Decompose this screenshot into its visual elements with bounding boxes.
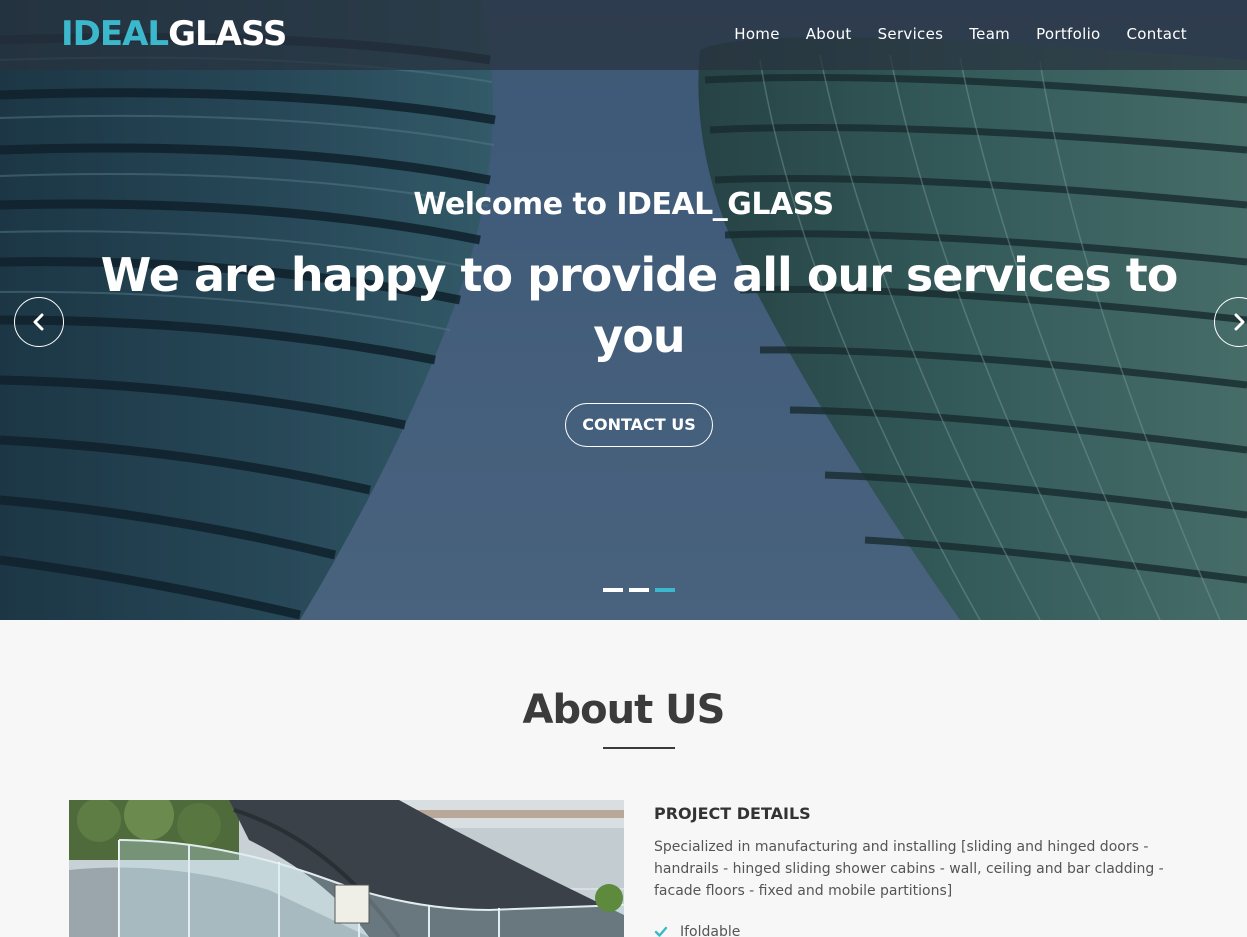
site-logo[interactable]: IDEALGLASS	[61, 14, 287, 54]
project-image	[69, 800, 624, 937]
chevron-left-icon	[33, 313, 44, 331]
navbar: IDEALGLASS Home About Services Team Port…	[0, 0, 1247, 70]
feature-item: Ifoldable	[654, 922, 740, 937]
logo-ideal: IDEAL	[61, 14, 169, 54]
slide-indicator-active[interactable]	[655, 588, 675, 592]
hero-title: We are happy to provide all our services…	[100, 248, 1179, 363]
logo-glass: GLASS	[168, 14, 287, 54]
slide-indicator[interactable]	[603, 588, 623, 592]
nav-portfolio[interactable]: Portfolio	[1036, 24, 1100, 44]
hero-subtitle: Welcome to IDEAL_GLASS	[413, 187, 834, 222]
nav-home[interactable]: Home	[734, 24, 780, 44]
slide-indicator[interactable]	[629, 588, 649, 592]
contact-us-button[interactable]: CONTACT US	[565, 403, 713, 447]
main-nav: Home About Services Team Portfolio Conta…	[708, 24, 1187, 44]
project-details-heading: PROJECT DETAILS	[654, 804, 811, 823]
feature-label: Ifoldable	[680, 924, 741, 937]
glass-railing-photo	[69, 800, 624, 937]
title-underline	[603, 747, 675, 749]
hero-slider: IDEALGLASS Home About Services Team Port…	[0, 0, 1247, 620]
slider-prev-button[interactable]	[14, 297, 64, 347]
nav-team[interactable]: Team	[969, 24, 1010, 44]
slider-indicators	[603, 588, 675, 592]
check-icon	[654, 926, 668, 937]
nav-about[interactable]: About	[806, 24, 852, 44]
project-details-text: Specialized in manufacturing and install…	[654, 839, 1164, 899]
chevron-right-icon	[1234, 313, 1245, 331]
nav-services[interactable]: Services	[878, 24, 944, 44]
nav-contact[interactable]: Contact	[1127, 24, 1187, 44]
about-title: About US	[522, 687, 726, 733]
